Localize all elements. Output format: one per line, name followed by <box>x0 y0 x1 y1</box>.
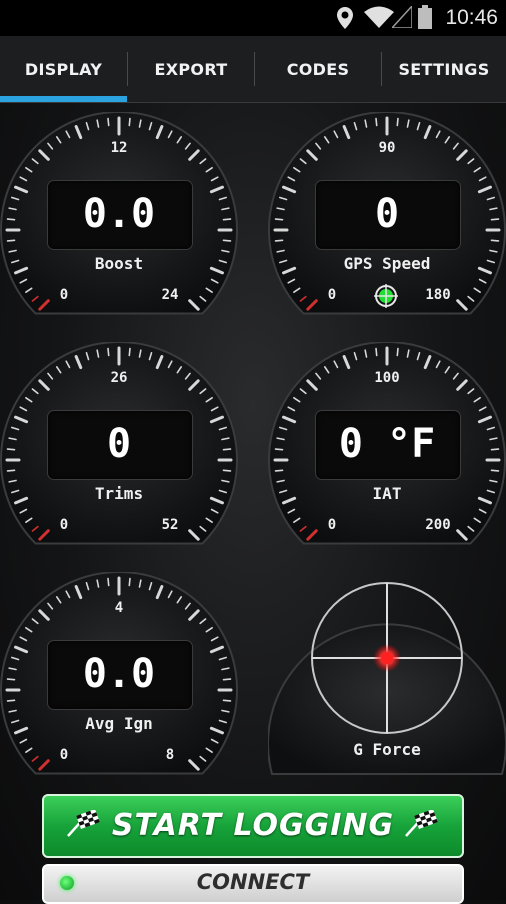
iat-gauge[interactable]: 100 0 °F IAT 0 200 <box>268 342 506 552</box>
tab-export[interactable]: EXPORT <box>128 36 254 102</box>
gauge-max-label: 8 <box>165 747 175 763</box>
gauge-min-label: 0 <box>327 287 337 303</box>
gauge-min-label: 0 <box>59 747 69 763</box>
gforce-gauge[interactable]: G Force <box>267 574 506 780</box>
avg-ign-gauge[interactable]: 4 0.0 Avg Ign 0 8 <box>0 572 238 782</box>
gauge-min-label: 0 <box>327 517 337 533</box>
trims-title: Trims <box>94 484 144 503</box>
gauge-max-label: 200 <box>425 517 451 533</box>
status-bar: 10:46 <box>0 0 506 36</box>
signal-icon <box>392 6 412 28</box>
clock: 10:46 <box>445 6 498 29</box>
tab-codes[interactable]: CODES <box>255 36 381 102</box>
tab-display[interactable]: DISPLAY <box>0 36 127 102</box>
gauge-max-label: 24 <box>161 287 179 303</box>
avg-ign-title: Avg Ign <box>85 714 153 733</box>
gauge-mid-label: 26 <box>110 370 128 386</box>
iat-title: IAT <box>372 484 402 503</box>
tab-settings[interactable]: SETTINGS <box>382 36 506 102</box>
start-logging-label: START LOGGING <box>111 808 395 843</box>
trims-gauge[interactable]: 26 0 Trims 0 52 <box>0 342 238 552</box>
avg-ign-value: 0.0 <box>82 651 156 697</box>
location-icon <box>337 7 353 29</box>
boost-value: 0.0 <box>82 191 156 237</box>
gauge-min-label: 0 <box>59 517 69 533</box>
gps-speed-gauge[interactable]: 90 0 GPS Speed 0 180 <box>268 112 506 322</box>
gauge-mid-label: 100 <box>374 370 400 386</box>
boost-title: Boost <box>94 254 144 273</box>
connect-label: CONNECT <box>196 870 310 894</box>
boost-gauge[interactable]: 12 0.0 Boost 0 24 <box>0 112 238 322</box>
gauge-mid-label: 4 <box>114 600 124 616</box>
start-logging-button[interactable]: START LOGGING <box>42 794 464 858</box>
gauge-min-label: 0 <box>59 287 69 303</box>
selected-tab-indicator <box>0 96 127 102</box>
connect-button[interactable]: CONNECT <box>42 864 464 904</box>
gauge-max-label: 180 <box>425 287 451 303</box>
battery-icon <box>418 5 432 29</box>
gps-speed-title: GPS Speed <box>343 254 431 273</box>
gps-speed-value: 0 <box>374 191 400 237</box>
iat-value: 0 °F <box>338 421 436 467</box>
wifi-icon <box>364 6 394 28</box>
gauge-max-label: 52 <box>161 517 179 533</box>
gauge-mid-label: 90 <box>378 140 396 156</box>
checkered-flag-icon <box>405 810 438 837</box>
gps-fix-icon <box>374 284 398 308</box>
tab-bar: DISPLAY EXPORT CODES SETTINGS <box>0 36 506 103</box>
gforce-title: G Force <box>353 740 421 759</box>
gauge-mid-label: 12 <box>110 140 128 156</box>
trims-value: 0 <box>106 421 132 467</box>
